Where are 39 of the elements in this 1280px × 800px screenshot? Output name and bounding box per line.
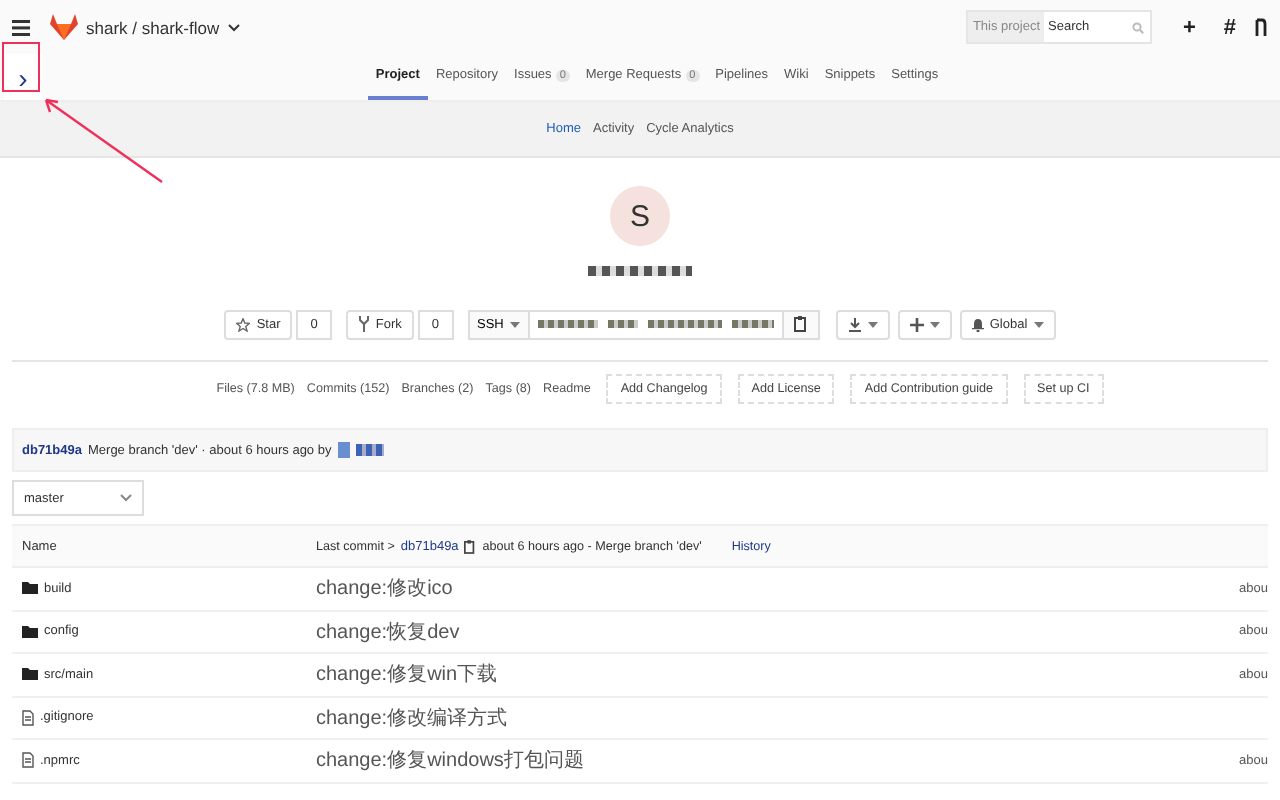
commit-message-link[interactable]: change:修复win下载 (316, 660, 498, 689)
search-icon (1132, 21, 1145, 33)
chevron-down-icon (120, 494, 132, 502)
file-icon (22, 709, 34, 726)
chevron-down-icon[interactable] (227, 23, 240, 31)
caret-icon (1033, 321, 1044, 327)
fork-icon (357, 316, 370, 332)
download-icon (847, 317, 862, 331)
download-dropdown[interactable] (835, 309, 890, 339)
caret-icon (929, 321, 940, 327)
annotation-arrow (40, 96, 164, 184)
clipboard-icon (793, 316, 808, 332)
file-icon (22, 752, 34, 769)
sidebar-toggle[interactable]: › (4, 54, 42, 100)
plus-icon (909, 317, 924, 331)
author-avatar-icon (337, 442, 350, 458)
add-dropdown[interactable] (897, 309, 952, 339)
project-avatar: S (610, 186, 670, 246)
commit-message-link[interactable]: change:修复windows打包问题 (316, 746, 584, 775)
header-action[interactable]: # (1223, 15, 1236, 39)
folder-icon (22, 582, 38, 595)
folder-icon (22, 625, 38, 638)
project-path[interactable]: shark / shark-flow (86, 17, 220, 37)
blurred-author-name (355, 444, 384, 456)
menu-icon[interactable] (12, 19, 30, 35)
blurred-project-name (588, 266, 692, 276)
caret-icon (867, 321, 878, 327)
star-icon (236, 317, 251, 331)
clipboard-icon[interactable] (464, 539, 477, 553)
folder-icon (22, 668, 38, 681)
clone-url-field[interactable] (529, 309, 784, 339)
copy-button[interactable] (783, 309, 820, 339)
commit-message-link[interactable]: change:恢复dev (316, 617, 460, 646)
header-action[interactable]: + (1182, 15, 1196, 39)
commit-message-link[interactable]: change:修改编译方式 (316, 703, 508, 732)
commit-message-link[interactable]: change:修改ico (316, 574, 453, 603)
caret-icon (509, 321, 520, 327)
bell-icon (971, 317, 984, 331)
fox-logo-icon[interactable] (50, 14, 78, 40)
